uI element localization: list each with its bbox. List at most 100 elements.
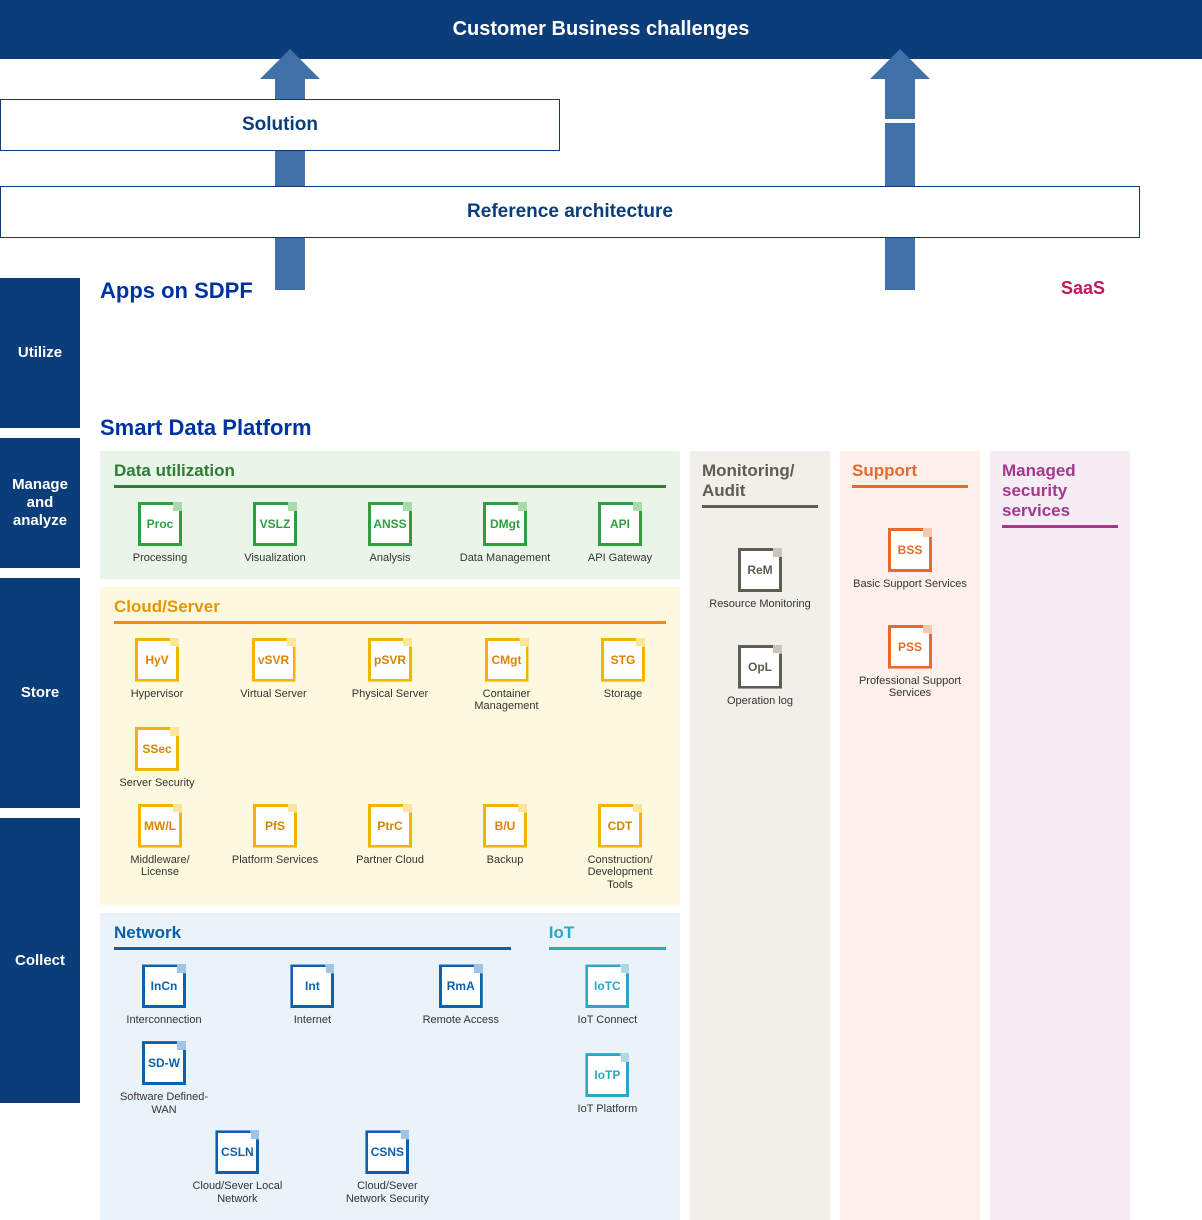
side-manage-label: Manage and analyze xyxy=(4,476,76,530)
service-label: Cloud/Sever Local Network xyxy=(187,1180,287,1205)
service-sdw[interactable]: SD-W Software Defined-WAN xyxy=(114,1041,214,1116)
panel-title: Managed security services xyxy=(1002,461,1118,521)
panel-title: Network xyxy=(114,923,511,943)
service-code: pSVR xyxy=(374,653,406,667)
saas-label: SaaS xyxy=(1061,278,1105,299)
support-items: BSSBasic Support Services PSSProfessional… xyxy=(852,528,968,716)
service-proc[interactable]: ProcProcessing xyxy=(114,502,206,565)
service-code: CDT xyxy=(608,819,633,833)
service-vslz[interactable]: VSLZVisualization xyxy=(229,502,321,565)
service-tile-icon: STG xyxy=(601,638,645,682)
service-code: InCn xyxy=(151,979,178,993)
panel-managed-security: Managed security services xyxy=(990,451,1130,1220)
service-tile-icon: PtrC xyxy=(368,804,412,848)
panel-network: Network InCnInterconnection Int Internet Rm… xyxy=(100,913,525,1219)
service-label: Backup xyxy=(459,854,551,867)
service-label: Basic Support Services xyxy=(853,578,968,591)
service-label: IoT Connect xyxy=(557,1014,657,1027)
network-row-1: InCnInterconnection Int Internet RmARemote … xyxy=(114,964,511,1116)
service-tile-icon: API xyxy=(598,502,642,546)
service-code: CSLN xyxy=(221,1145,254,1159)
panel-cloud-server: Cloud/Server HyV Hypervisor vSVRVirtual Se… xyxy=(100,587,680,906)
service-dmgt[interactable]: DMgtData Management xyxy=(459,502,551,565)
service-tile-icon: OpL xyxy=(738,645,782,689)
service-label: API Gateway xyxy=(574,552,666,565)
service-cmgt[interactable]: CMgt Container Management xyxy=(464,638,550,713)
service-code: PSS xyxy=(898,640,922,654)
service-tile-icon: Proc xyxy=(138,502,182,546)
panel-monitoring: Monitoring/ Audit ReMResource Monitoring… xyxy=(690,451,830,1220)
service-opl[interactable]: OpLOperation log xyxy=(703,645,818,708)
panel-data-utilization: Data utilization ProcProcessingVSLZVisua… xyxy=(100,451,680,579)
service-tile-icon: Int xyxy=(290,964,334,1008)
service-tile-icon: IoTC xyxy=(585,964,629,1008)
service-code: PtrC xyxy=(377,819,402,833)
service-code: Int xyxy=(305,979,320,993)
service-code: vSVR xyxy=(258,653,289,667)
service-tile-icon: CMgt xyxy=(485,638,529,682)
panel-title: Monitoring/ Audit xyxy=(702,461,818,501)
service-incn[interactable]: InCnInterconnection xyxy=(114,964,214,1027)
service-ssec[interactable]: SSecServer Security xyxy=(114,727,200,790)
service-rma[interactable]: RmARemote Access xyxy=(411,964,511,1027)
service-api[interactable]: API API Gateway xyxy=(574,502,666,565)
monitoring-items: ReMResource Monitoring OpLOperation log xyxy=(702,548,818,723)
service-code: OpL xyxy=(748,660,772,674)
service-code: RmA xyxy=(447,979,475,993)
service-label: Container Management xyxy=(464,688,550,713)
service-ptrc[interactable]: PtrCPartner Cloud xyxy=(344,804,436,892)
service-pss[interactable]: PSSProfessional Support Services xyxy=(853,625,968,700)
side-store-label: Store xyxy=(21,684,59,702)
service-pfs[interactable]: PfSPlatform Services xyxy=(229,804,321,892)
service-label: Cloud/Sever Network Security xyxy=(337,1180,437,1205)
service-tile-icon: InCn xyxy=(142,964,186,1008)
service-label: Software Defined-WAN xyxy=(114,1091,214,1116)
service-label: Construction/ Development Tools xyxy=(574,854,666,892)
service-iotp[interactable]: IoTPIoT Platform xyxy=(557,1053,657,1116)
panel-title: Support xyxy=(852,461,968,481)
service-code: PfS xyxy=(265,819,285,833)
service-csns[interactable]: CSNSCloud/Sever Network Security xyxy=(337,1130,437,1205)
service-iotc[interactable]: IoTC IoT Connect xyxy=(557,964,657,1027)
service-bu[interactable]: B/UBackup xyxy=(459,804,551,892)
service-vsvr[interactable]: vSVRVirtual Server xyxy=(231,638,317,713)
service-code: SD-W xyxy=(148,1056,180,1070)
apps-header-row: Apps on SDPF SaaS xyxy=(100,278,1105,310)
service-int[interactable]: Int Internet xyxy=(262,964,362,1027)
service-tile-icon: RmA xyxy=(439,964,483,1008)
panel-support: Support BSSBasic Support Services PSSProf… xyxy=(840,451,980,1220)
side-manage: Manage and analyze xyxy=(0,438,80,568)
service-bss[interactable]: BSSBasic Support Services xyxy=(853,528,968,591)
service-code: HyV xyxy=(145,653,168,667)
panel-title: Cloud/Server xyxy=(114,597,666,617)
header-title: Customer Business challenges xyxy=(453,18,750,40)
service-mwl[interactable]: MW/LMiddleware/ License xyxy=(114,804,206,892)
solution-label: Solution xyxy=(242,114,318,135)
arrow-row-mid xyxy=(0,151,1202,186)
smart-data-platform-title: Smart Data Platform xyxy=(100,415,1202,441)
reference-architecture-box: Reference architecture xyxy=(0,186,1140,238)
side-utilize-label: Utilize xyxy=(18,344,62,362)
side-collect-label: Collect xyxy=(15,952,65,970)
content-column: Apps on SDPF SaaS Smart Data Platform Da… xyxy=(100,278,1202,1220)
service-label: Hypervisor xyxy=(114,688,200,701)
service-anss[interactable]: ANSSAnalysis xyxy=(344,502,436,565)
service-rem[interactable]: ReMResource Monitoring xyxy=(703,548,818,611)
data-util-row: ProcProcessing VSLZVisualization ANSSAnaly… xyxy=(114,502,666,565)
service-tile-icon: PSS xyxy=(888,625,932,669)
service-label: Internet xyxy=(262,1014,362,1027)
service-csln[interactable]: CSLN Cloud/Sever Local Network xyxy=(187,1130,287,1205)
sdp-main-panels: Data utilization ProcProcessingVSLZVisua… xyxy=(100,451,680,1220)
service-psvr[interactable]: pSVRPhysical Server xyxy=(347,638,433,713)
service-tile-icon: VSLZ xyxy=(253,502,297,546)
service-label: Storage xyxy=(580,688,666,701)
arrow-row-top xyxy=(0,59,1202,99)
service-cdt[interactable]: CDT Construction/ Development Tools xyxy=(574,804,666,892)
side-store: Store xyxy=(0,578,80,808)
panel-title: IoT xyxy=(549,923,666,943)
service-tile-icon: ANSS xyxy=(368,502,412,546)
service-label: Middleware/ License xyxy=(114,854,206,879)
service-stg[interactable]: STG Storage xyxy=(580,638,666,713)
service-tile-icon: CSLN xyxy=(215,1130,259,1174)
service-hyv[interactable]: HyV Hypervisor xyxy=(114,638,200,713)
